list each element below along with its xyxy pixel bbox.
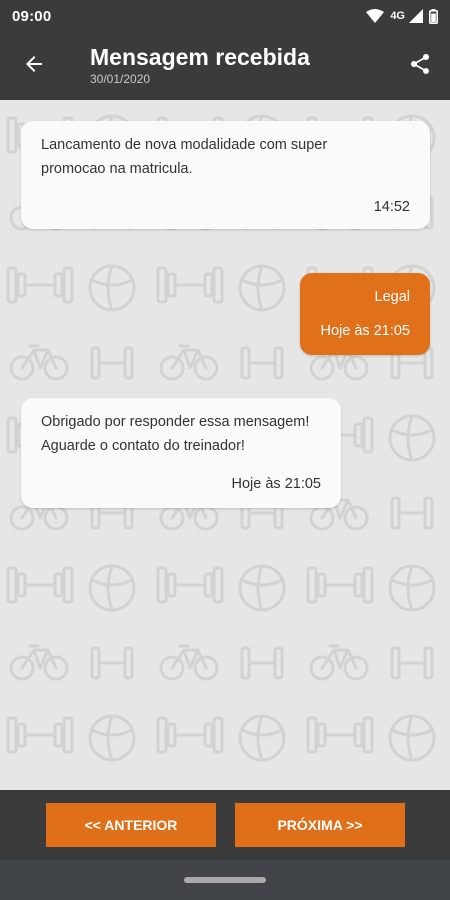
back-button[interactable] — [18, 50, 50, 82]
message-text: Legal — [374, 289, 410, 305]
network-type: 4G — [390, 10, 405, 22]
wifi-icon — [366, 9, 385, 23]
message-time: 14:52 — [373, 199, 410, 215]
message-line: Obrigado por responder essa mensagem! — [41, 414, 310, 430]
next-button[interactable]: PRÓXIMA >> — [235, 803, 405, 847]
bottom-navigation: << ANTERIOR PRÓXIMA >> — [0, 790, 450, 860]
title-block: Mensagem recebida 30/01/2020 — [90, 42, 310, 86]
system-gesture-bar — [0, 860, 450, 900]
message-text: Lancamento de nova modalidade com super … — [41, 133, 410, 181]
message-line: Lancamento de nova modalidade com super — [41, 137, 328, 153]
message-time: Hoje às 21:05 — [320, 323, 410, 339]
message-text: Obrigado por responder essa mensagem! Ag… — [41, 410, 327, 458]
previous-button[interactable]: << ANTERIOR — [46, 803, 216, 847]
message-line: promocao na matricula. — [41, 161, 193, 177]
share-button[interactable] — [404, 50, 436, 82]
page-title: Mensagem recebida — [90, 44, 310, 70]
incoming-message-bubble[interactable]: Obrigado por responder essa mensagem! Ag… — [21, 398, 341, 508]
app-bar: Mensagem recebida 30/01/2020 — [0, 32, 450, 100]
arrow-back-icon — [22, 52, 46, 81]
signal-icon — [409, 9, 423, 23]
status-time: 09:00 — [12, 7, 52, 25]
share-icon — [408, 52, 432, 81]
status-icons: 4G — [366, 8, 438, 24]
outgoing-message-bubble[interactable]: Legal Hoje às 21:05 — [300, 273, 430, 355]
message-time: Hoje às 21:05 — [231, 476, 321, 492]
message-line: Aguarde o contato do treinador! — [41, 438, 245, 454]
message-date: 30/01/2020 — [90, 72, 151, 86]
incoming-message-bubble[interactable]: Lancamento de nova modalidade com super … — [21, 121, 430, 229]
home-gesture-handle[interactable] — [184, 877, 266, 883]
chat-area[interactable]: Lancamento de nova modalidade com super … — [0, 100, 450, 790]
battery-icon — [429, 8, 438, 24]
status-bar: 09:00 4G — [0, 0, 450, 32]
